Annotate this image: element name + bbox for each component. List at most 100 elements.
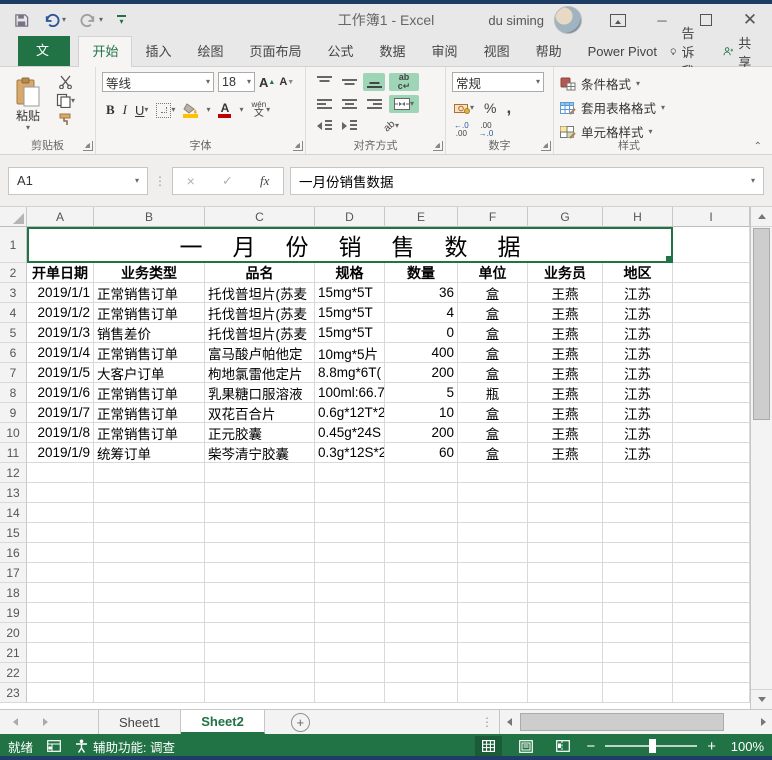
cell[interactable]	[94, 583, 205, 603]
cell[interactable]	[673, 583, 750, 603]
cell[interactable]	[603, 643, 673, 663]
cell[interactable]: 王燕	[528, 303, 603, 323]
cell[interactable]: 2019/1/1	[27, 283, 94, 303]
share-button[interactable]: 共享	[723, 33, 756, 71]
name-box-dropdown[interactable]: ▾	[135, 176, 139, 185]
cell[interactable]: 2019/1/6	[27, 383, 94, 403]
row-header-18[interactable]: 18	[0, 583, 27, 603]
cell[interactable]	[27, 603, 94, 623]
save-button[interactable]	[14, 13, 29, 28]
cell[interactable]	[673, 443, 750, 463]
increase-indent-button[interactable]	[341, 120, 357, 132]
cell[interactable]	[385, 543, 458, 563]
undo-button[interactable]: ▾	[43, 13, 66, 27]
cell[interactable]	[673, 263, 750, 283]
cell[interactable]: 盒	[458, 283, 528, 303]
font-name-select[interactable]: 等线 ▾	[102, 72, 214, 92]
cell[interactable]: 2019/1/8	[27, 423, 94, 443]
cell[interactable]	[94, 683, 205, 703]
cell[interactable]	[205, 563, 315, 583]
column-header-I[interactable]: I	[673, 207, 750, 227]
accessibility-status[interactable]: 辅助功能: 调查	[75, 737, 175, 756]
cell[interactable]	[603, 503, 673, 523]
cell[interactable]	[673, 643, 750, 663]
cell[interactable]	[673, 303, 750, 323]
cell[interactable]: 地区	[603, 263, 673, 283]
cell[interactable]: 400	[385, 343, 458, 363]
cell[interactable]: 江苏	[603, 283, 673, 303]
cell[interactable]	[673, 563, 750, 583]
merge-center-dropdown[interactable]: ▾	[410, 100, 414, 108]
cell[interactable]	[673, 423, 750, 443]
cell[interactable]	[205, 643, 315, 663]
cell[interactable]: 盒	[458, 403, 528, 423]
cell[interactable]	[528, 523, 603, 543]
avatar[interactable]	[554, 6, 582, 34]
cell[interactable]: 正常销售订单	[94, 343, 205, 363]
cell[interactable]	[315, 543, 385, 563]
redo-dropdown[interactable]: ▾	[99, 16, 103, 24]
cell[interactable]	[603, 543, 673, 563]
cell[interactable]	[603, 463, 673, 483]
cell[interactable]: 双花百合片	[205, 403, 315, 423]
cell[interactable]: 江苏	[603, 423, 673, 443]
tab-视图[interactable]: 视图	[471, 37, 523, 66]
expand-formula-bar[interactable]: ▾	[751, 176, 755, 185]
cell[interactable]	[673, 663, 750, 683]
cell[interactable]	[385, 603, 458, 623]
cell[interactable]: 0	[385, 323, 458, 343]
cell[interactable]	[458, 663, 528, 683]
italic-button[interactable]: I	[123, 102, 127, 118]
style-item-dropdown[interactable]: ▾	[661, 103, 665, 112]
font-size-select[interactable]: 18 ▾	[218, 72, 255, 92]
cell[interactable]: 15mg*5T	[315, 303, 385, 323]
cell[interactable]: 10mg*5片	[315, 343, 385, 363]
style-item-dropdown[interactable]: ▾	[649, 127, 653, 136]
cell[interactable]: 王燕	[528, 403, 603, 423]
cell[interactable]	[673, 683, 750, 703]
zoom-level[interactable]: 100%	[726, 739, 764, 754]
cell[interactable]: 销售差价	[94, 323, 205, 343]
cell[interactable]	[94, 643, 205, 663]
customize-qat-button[interactable]: ▾	[117, 14, 127, 26]
cell[interactable]	[205, 543, 315, 563]
cell[interactable]: 开单日期	[27, 263, 94, 283]
cell[interactable]: 4	[385, 303, 458, 323]
cell[interactable]: 盒	[458, 303, 528, 323]
zoom-slider[interactable]	[605, 739, 698, 753]
vertical-scrollbar[interactable]	[750, 207, 772, 709]
cell[interactable]: 盒	[458, 343, 528, 363]
horizontal-scroll-thumb[interactable]	[520, 713, 724, 731]
scroll-up-arrow[interactable]	[751, 207, 772, 227]
cell[interactable]	[673, 383, 750, 403]
cell[interactable]	[385, 463, 458, 483]
cell[interactable]: 王燕	[528, 443, 603, 463]
horizontal-scrollbar[interactable]	[499, 710, 772, 734]
percent-style-button[interactable]: %	[484, 100, 496, 116]
cell[interactable]	[528, 623, 603, 643]
cell[interactable]: 正常销售订单	[94, 403, 205, 423]
bold-button[interactable]: B	[106, 102, 115, 118]
cell[interactable]: 2019/1/5	[27, 363, 94, 383]
increase-font-button[interactable]: A ▲	[259, 75, 275, 90]
page-layout-view-button[interactable]	[512, 736, 539, 756]
alignment-dialog-launcher[interactable]	[433, 141, 443, 151]
undo-dropdown[interactable]: ▾	[62, 16, 66, 24]
clipboard-dialog-launcher[interactable]	[83, 141, 93, 151]
cell[interactable]: 统筹订单	[94, 443, 205, 463]
format-as-table-button[interactable]: 套用表格格式 ▾	[560, 98, 700, 117]
column-header-G[interactable]: G	[528, 207, 603, 227]
cell[interactable]: 单位	[458, 263, 528, 283]
orientation-button[interactable]: ab ▾	[382, 118, 399, 134]
cell[interactable]	[94, 623, 205, 643]
align-top-button[interactable]	[316, 76, 332, 88]
row-header-11[interactable]: 11	[0, 443, 27, 463]
paste-button[interactable]: 粘贴 ▾	[6, 72, 50, 136]
tab-file[interactable]: 文件	[18, 36, 70, 88]
cell[interactable]: 正常销售订单	[94, 383, 205, 403]
cell[interactable]	[94, 603, 205, 623]
cell[interactable]	[603, 623, 673, 643]
cell[interactable]	[27, 523, 94, 543]
cell[interactable]: 托伐普坦片(苏麦	[205, 323, 315, 343]
cell[interactable]	[205, 663, 315, 683]
